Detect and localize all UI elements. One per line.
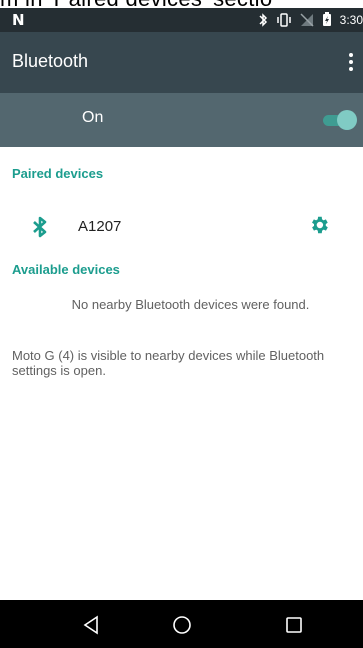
bluetooth-icon (259, 12, 267, 27)
overlay-caption-strip: m in 'Paired devices' sectio (0, 0, 363, 8)
bluetooth-switch[interactable] (323, 110, 357, 130)
vibrate-icon (276, 12, 291, 27)
device-name: A1207 (78, 218, 122, 235)
toggle-label: On (82, 109, 104, 126)
visibility-message: Moto G (4) is visible to nearby devices … (12, 348, 325, 378)
gear-icon[interactable] (308, 214, 330, 236)
available-devices-header: Available devices (12, 262, 120, 277)
status-bar: N 3:30 (0, 8, 363, 32)
status-time: 3:30 (339, 12, 363, 27)
more-options-icon[interactable] (343, 50, 359, 74)
back-icon[interactable] (80, 614, 102, 636)
bluetooth-toggle-bar[interactable]: On (0, 93, 363, 147)
no-signal-icon (300, 12, 314, 27)
no-devices-message: No nearby Bluetooth devices were found. (71, 297, 310, 312)
paired-device-row[interactable]: A1207 (0, 206, 363, 250)
app-bar: Bluetooth (0, 32, 363, 93)
status-icons: 3:30 (258, 12, 363, 27)
bluetooth-icon (33, 216, 47, 238)
recents-icon[interactable] (283, 614, 305, 636)
navigation-bar (0, 600, 363, 648)
paired-devices-header: Paired devices (12, 166, 104, 181)
page-title: Bluetooth (12, 51, 89, 71)
battery-icon (322, 12, 331, 26)
n-logo-icon: N (12, 11, 25, 29)
home-icon[interactable] (171, 614, 193, 636)
overlay-caption: m in 'Paired devices' sectio (0, 0, 272, 8)
switch-knob (337, 110, 357, 130)
